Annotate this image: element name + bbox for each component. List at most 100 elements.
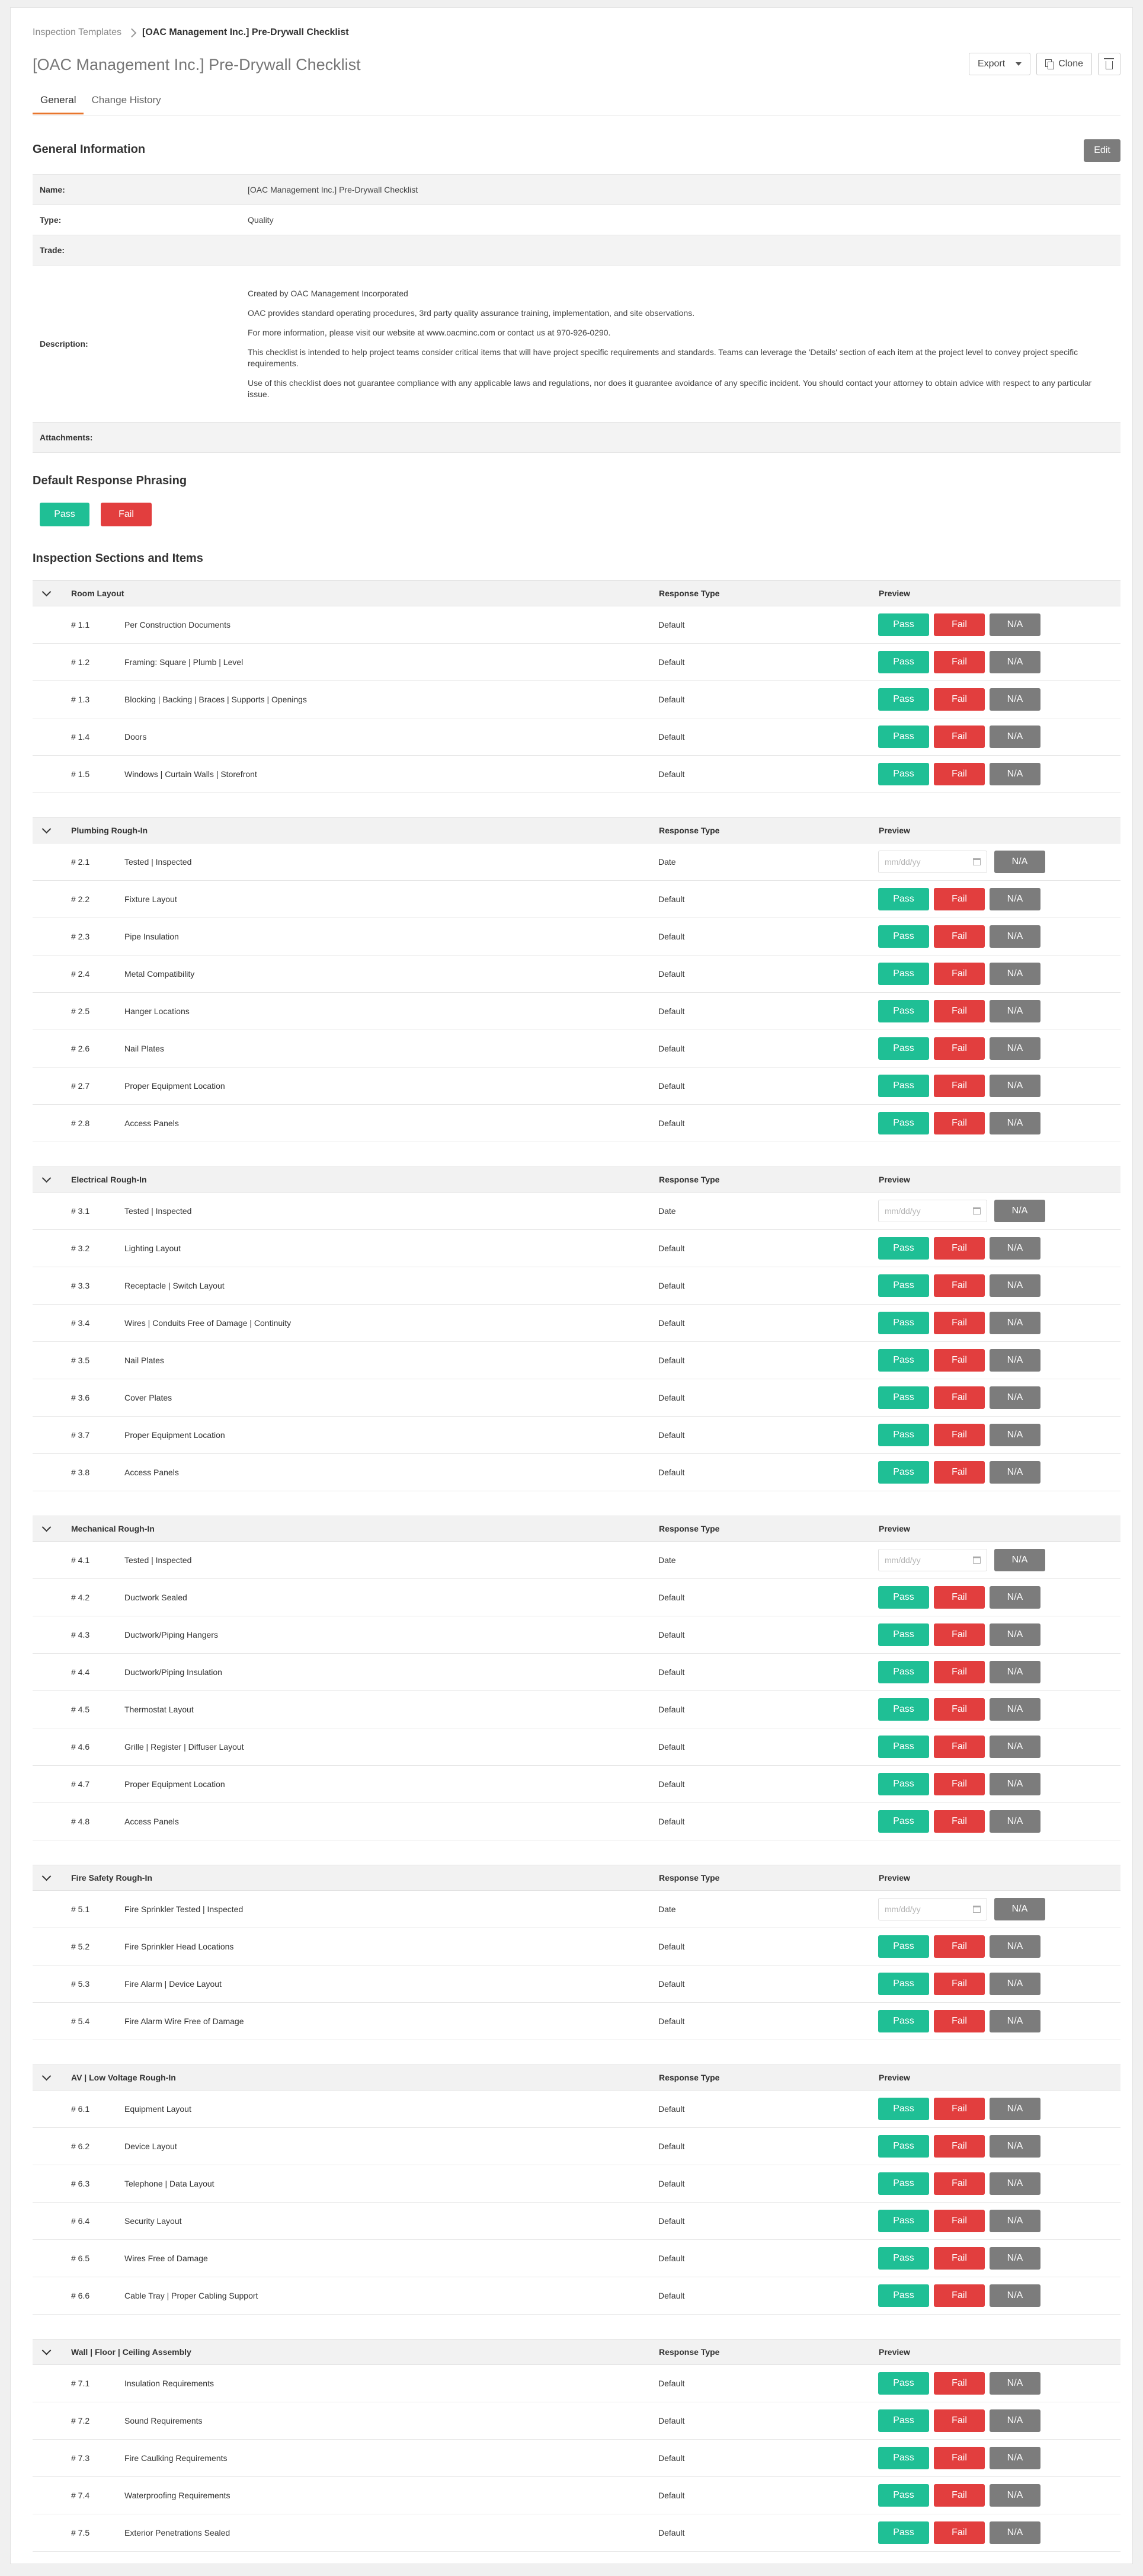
- preview-pass-button[interactable]: Pass: [878, 2447, 929, 2469]
- breadcrumb-inspection-templates-link[interactable]: Inspection Templates: [33, 27, 121, 38]
- preview-fail-button[interactable]: Fail: [934, 888, 985, 910]
- preview-fail-button[interactable]: Fail: [934, 2484, 985, 2507]
- preview-na-button[interactable]: N/A: [990, 2284, 1040, 2307]
- clone-button[interactable]: Clone: [1036, 53, 1092, 75]
- preview-fail-button[interactable]: Fail: [934, 2210, 985, 2232]
- preview-na-button[interactable]: N/A: [990, 763, 1040, 785]
- preview-fail-button[interactable]: Fail: [934, 1461, 985, 1484]
- edit-button[interactable]: Edit: [1084, 139, 1120, 162]
- preview-na-button[interactable]: N/A: [990, 1698, 1040, 1721]
- preview-na-button[interactable]: N/A: [990, 1810, 1040, 1833]
- preview-na-button[interactable]: N/A: [990, 726, 1040, 748]
- collapse-section-toggle[interactable]: [33, 1522, 60, 1532]
- preview-na-button[interactable]: N/A: [990, 1386, 1040, 1409]
- preview-fail-button[interactable]: Fail: [934, 2135, 985, 2158]
- preview-fail-button[interactable]: Fail: [934, 2284, 985, 2307]
- preview-na-button[interactable]: N/A: [990, 2409, 1040, 2432]
- preview-fail-button[interactable]: Fail: [934, 1773, 985, 1795]
- preview-na-button[interactable]: N/A: [990, 1349, 1040, 1372]
- preview-pass-button[interactable]: Pass: [878, 1312, 929, 1334]
- preview-fail-button[interactable]: Fail: [934, 688, 985, 711]
- delete-button[interactable]: [1098, 53, 1120, 75]
- preview-pass-button[interactable]: Pass: [878, 726, 929, 748]
- preview-na-button[interactable]: N/A: [990, 2135, 1040, 2158]
- preview-fail-button[interactable]: Fail: [934, 1661, 985, 1683]
- preview-pass-button[interactable]: Pass: [878, 2521, 929, 2544]
- preview-fail-button[interactable]: Fail: [934, 1424, 985, 1446]
- preview-pass-button[interactable]: Pass: [878, 1461, 929, 1484]
- preview-pass-button[interactable]: Pass: [878, 1274, 929, 1297]
- preview-pass-button[interactable]: Pass: [878, 1112, 929, 1134]
- preview-na-button[interactable]: N/A: [990, 1935, 1040, 1958]
- collapse-section-toggle[interactable]: [33, 2071, 60, 2080]
- preview-na-button[interactable]: N/A: [990, 1112, 1040, 1134]
- preview-fail-button[interactable]: Fail: [934, 963, 985, 985]
- preview-na-button[interactable]: N/A: [990, 1773, 1040, 1795]
- preview-na-button[interactable]: N/A: [990, 1075, 1040, 1097]
- preview-na-button[interactable]: N/A: [990, 1623, 1040, 1646]
- preview-fail-button[interactable]: Fail: [934, 1112, 985, 1134]
- preview-fail-button[interactable]: Fail: [934, 2098, 985, 2120]
- preview-fail-button[interactable]: Fail: [934, 2521, 985, 2544]
- preview-pass-button[interactable]: Pass: [878, 1698, 929, 1721]
- preview-na-button[interactable]: N/A: [990, 1736, 1040, 1758]
- date-input[interactable]: mm/dd/yy: [878, 1898, 987, 1920]
- preview-fail-button[interactable]: Fail: [934, 651, 985, 673]
- preview-fail-button[interactable]: Fail: [934, 1586, 985, 1609]
- preview-na-button[interactable]: N/A: [990, 1586, 1040, 1609]
- preview-fail-button[interactable]: Fail: [934, 1274, 985, 1297]
- date-input[interactable]: mm/dd/yy: [878, 851, 987, 873]
- preview-fail-button[interactable]: Fail: [934, 763, 985, 785]
- preview-na-button[interactable]: N/A: [990, 2210, 1040, 2232]
- preview-pass-button[interactable]: Pass: [878, 763, 929, 785]
- preview-fail-button[interactable]: Fail: [934, 2172, 985, 2195]
- preview-pass-button[interactable]: Pass: [878, 1736, 929, 1758]
- preview-na-button[interactable]: N/A: [990, 2447, 1040, 2469]
- preview-fail-button[interactable]: Fail: [934, 726, 985, 748]
- preview-fail-button[interactable]: Fail: [934, 2409, 985, 2432]
- tab-change-history[interactable]: Change History: [84, 94, 168, 114]
- preview-pass-button[interactable]: Pass: [878, 925, 929, 948]
- preview-pass-button[interactable]: Pass: [878, 1773, 929, 1795]
- preview-na-button[interactable]: N/A: [994, 1898, 1045, 1920]
- preview-na-button[interactable]: N/A: [990, 2521, 1040, 2544]
- preview-fail-button[interactable]: Fail: [934, 2247, 985, 2270]
- preview-pass-button[interactable]: Pass: [878, 1586, 929, 1609]
- date-input[interactable]: mm/dd/yy: [878, 1200, 987, 1222]
- preview-na-button[interactable]: N/A: [990, 2010, 1040, 2032]
- preview-pass-button[interactable]: Pass: [878, 1810, 929, 1833]
- preview-pass-button[interactable]: Pass: [878, 1075, 929, 1097]
- preview-fail-button[interactable]: Fail: [934, 2447, 985, 2469]
- preview-pass-button[interactable]: Pass: [878, 2409, 929, 2432]
- preview-pass-button[interactable]: Pass: [878, 1424, 929, 1446]
- preview-pass-button[interactable]: Pass: [878, 1349, 929, 1372]
- preview-na-button[interactable]: N/A: [990, 1424, 1040, 1446]
- preview-na-button[interactable]: N/A: [990, 888, 1040, 910]
- preview-pass-button[interactable]: Pass: [878, 2484, 929, 2507]
- preview-pass-button[interactable]: Pass: [878, 2135, 929, 2158]
- preview-pass-button[interactable]: Pass: [878, 1037, 929, 1060]
- preview-na-button[interactable]: N/A: [994, 851, 1045, 873]
- collapse-section-toggle[interactable]: [33, 2345, 60, 2355]
- preview-na-button[interactable]: N/A: [994, 1549, 1045, 1571]
- collapse-section-toggle[interactable]: [33, 587, 60, 596]
- preview-pass-button[interactable]: Pass: [878, 1935, 929, 1958]
- preview-pass-button[interactable]: Pass: [878, 1973, 929, 1995]
- preview-na-button[interactable]: N/A: [990, 1973, 1040, 1995]
- preview-na-button[interactable]: N/A: [990, 2484, 1040, 2507]
- preview-na-button[interactable]: N/A: [990, 2098, 1040, 2120]
- preview-fail-button[interactable]: Fail: [934, 1312, 985, 1334]
- preview-pass-button[interactable]: Pass: [878, 1237, 929, 1260]
- preview-pass-button[interactable]: Pass: [878, 2372, 929, 2395]
- preview-na-button[interactable]: N/A: [990, 1461, 1040, 1484]
- preview-pass-button[interactable]: Pass: [878, 2010, 929, 2032]
- collapse-section-toggle[interactable]: [33, 824, 60, 833]
- preview-pass-button[interactable]: Pass: [878, 2284, 929, 2307]
- preview-fail-button[interactable]: Fail: [934, 1736, 985, 1758]
- preview-fail-button[interactable]: Fail: [934, 925, 985, 948]
- preview-fail-button[interactable]: Fail: [934, 1810, 985, 1833]
- preview-na-button[interactable]: N/A: [990, 613, 1040, 636]
- preview-na-button[interactable]: N/A: [990, 963, 1040, 985]
- preview-pass-button[interactable]: Pass: [878, 688, 929, 711]
- preview-pass-button[interactable]: Pass: [878, 1623, 929, 1646]
